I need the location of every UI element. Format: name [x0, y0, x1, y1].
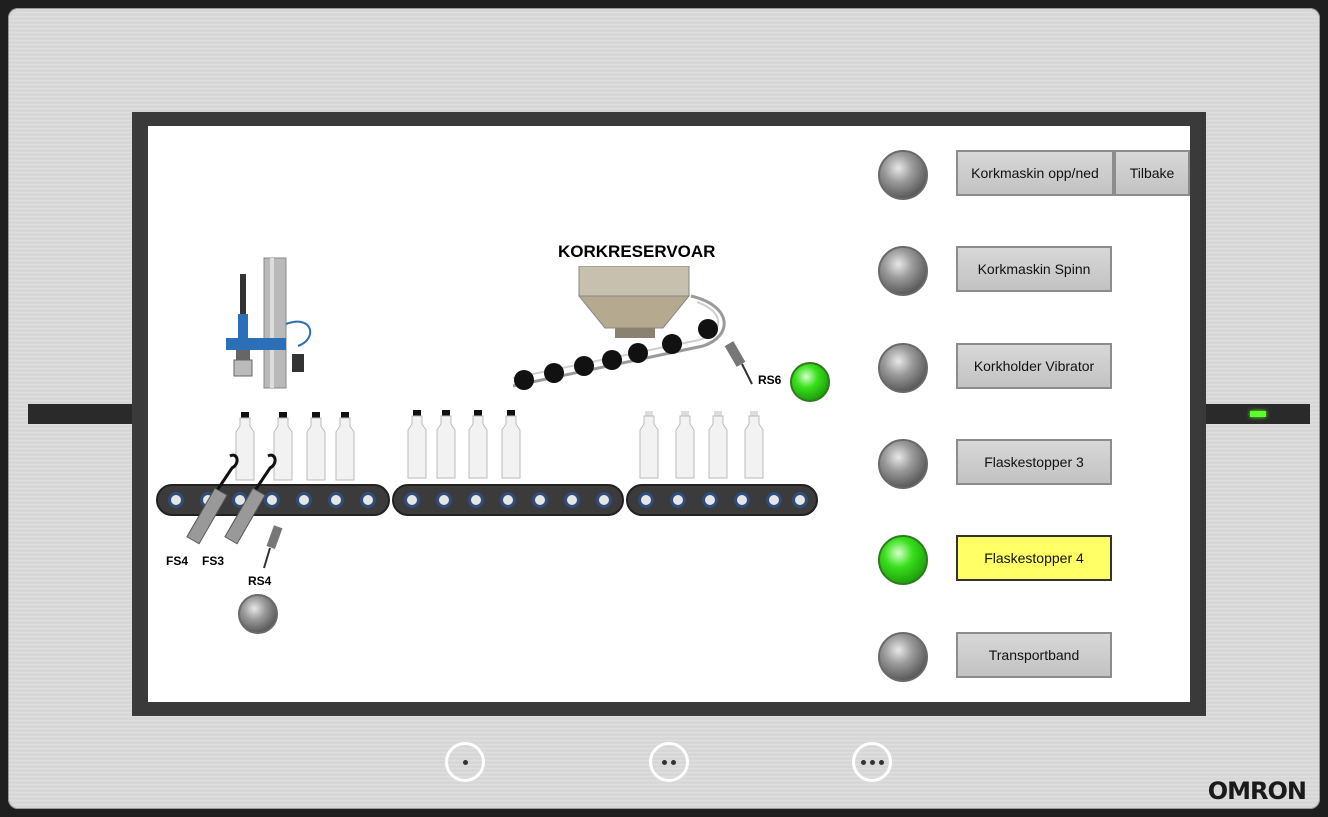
dot-icon: [462, 759, 468, 765]
bottle-icon: [708, 411, 728, 479]
lamp-flaskestopper-3: [878, 439, 928, 489]
bottle-icon: [436, 410, 456, 479]
fs3-label: FS3: [202, 554, 225, 568]
bezel-notch-left: [28, 404, 132, 424]
rs6-sensor-icon: [724, 341, 753, 385]
conveyor-3: [626, 484, 818, 516]
rs4-lamp: [238, 594, 278, 634]
bottle-icon: [675, 411, 695, 479]
dot-icon: [860, 759, 866, 765]
korkholder-vibrator-button[interactable]: Korkholder Vibrator: [956, 343, 1112, 389]
capping-machine-icon: [226, 257, 312, 389]
reservoir-title: KORKRESERVOAR: [558, 242, 716, 261]
hardware-button-3[interactable]: [852, 742, 892, 782]
status-led: [1250, 411, 1266, 417]
lamp-transportband: [878, 632, 928, 682]
brand-logo: OMRON: [1207, 777, 1307, 805]
fs4-label: FS4: [166, 554, 189, 568]
dot-icon: [878, 759, 884, 765]
korkmaskin-opp-ned-button[interactable]: Korkmaskin opp/ned: [956, 150, 1114, 196]
bottle-icon: [335, 412, 355, 481]
lamp-flaskestopper-4: [878, 535, 928, 585]
bottle-icon: [744, 411, 764, 479]
bottle-icon: [407, 410, 427, 479]
rs6-lamp: [790, 362, 830, 402]
transportband-button[interactable]: Transportband: [956, 632, 1112, 678]
conveyor-2: [392, 484, 624, 516]
dot-icon: [869, 759, 875, 765]
rs6-label: RS6: [758, 373, 782, 387]
cork-row-icon: [514, 319, 718, 390]
korkmaskin-spinn-button[interactable]: Korkmaskin Spinn: [956, 246, 1112, 292]
hardware-button-1[interactable]: [445, 742, 485, 782]
bottle-icon: [468, 410, 488, 479]
bottle-icon: [501, 410, 521, 479]
bottle-icon: [639, 411, 659, 479]
dot-icon: [671, 759, 676, 765]
flaskestopper-4-button[interactable]: Flaskestopper 4: [956, 535, 1112, 581]
lamp-korkmaskin-spinn: [878, 246, 928, 296]
flaskestopper-3-button[interactable]: Flaskestopper 3: [956, 439, 1112, 485]
rs4-label: RS4: [248, 574, 272, 588]
dot-icon: [662, 759, 667, 765]
rs4-sensor-icon: [263, 525, 283, 569]
hmi-screen: KORKRESERVOAR RS6 FS4 FS3 RS4 Korkmaskin…: [148, 126, 1190, 702]
hardware-button-2[interactable]: [649, 742, 689, 782]
bottle-icon: [306, 412, 326, 481]
lamp-korkmaskin-opp-ned: [878, 150, 928, 200]
lamp-korkholder-vibrator: [878, 343, 928, 393]
tilbake-button[interactable]: Tilbake: [1114, 150, 1190, 196]
